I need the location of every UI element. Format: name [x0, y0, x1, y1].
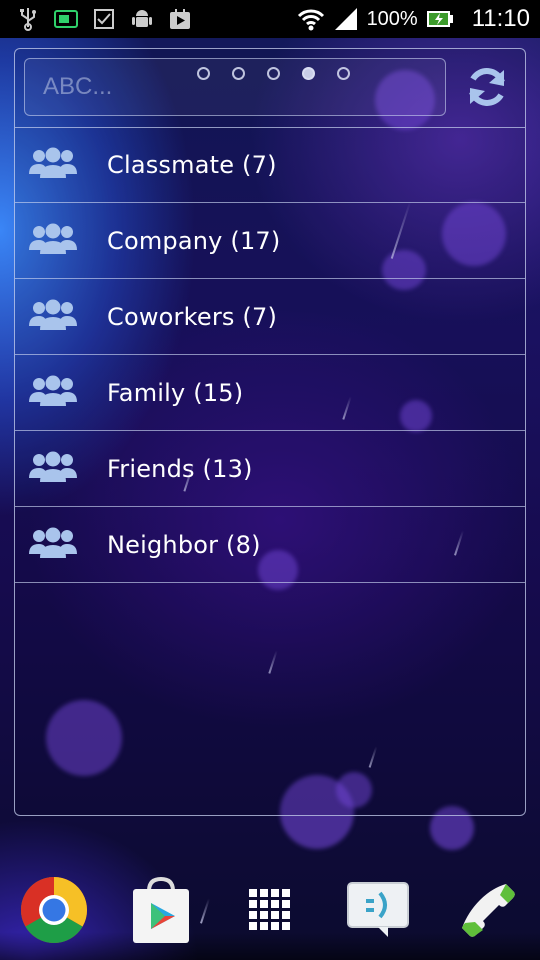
group-icon — [29, 374, 77, 410]
group-label: Neighbor (8) — [107, 530, 261, 559]
usb-icon — [16, 7, 40, 31]
signal-icon — [333, 7, 359, 31]
contact-groups-widget: Classmate (7) Company (17) Coworkers (7)… — [14, 48, 526, 816]
clock: 11:10 — [471, 5, 530, 32]
play-store-icon[interactable] — [121, 870, 201, 950]
group-icon — [29, 450, 77, 486]
messaging-icon[interactable] — [338, 870, 418, 950]
android-icon — [130, 7, 154, 31]
group-icon — [29, 526, 77, 562]
page-dot-active — [302, 67, 315, 80]
refresh-button[interactable] — [459, 63, 515, 115]
status-bar: 100% 11:10 — [0, 0, 540, 38]
group-row-family[interactable]: Family (15) — [15, 355, 525, 431]
group-row-coworkers[interactable]: Coworkers (7) — [15, 279, 525, 355]
page-dot — [337, 67, 350, 80]
dock — [0, 862, 540, 960]
phone-icon[interactable] — [448, 870, 528, 950]
app-drawer-icon[interactable] — [230, 870, 310, 950]
group-icon — [29, 298, 77, 334]
group-label: Classmate (7) — [107, 150, 277, 179]
page-dot — [232, 67, 245, 80]
group-label: Coworkers (7) — [107, 302, 278, 331]
page-indicator — [197, 67, 350, 80]
play-store-notification-icon — [168, 7, 192, 31]
group-row-friends[interactable]: Friends (13) — [15, 431, 525, 507]
search-row — [15, 49, 525, 128]
group-list: Classmate (7) Company (17) Coworkers (7)… — [15, 127, 525, 583]
group-row-classmate[interactable]: Classmate (7) — [15, 127, 525, 203]
page-dot — [267, 67, 280, 80]
group-icon — [29, 222, 77, 258]
group-label: Family (15) — [107, 378, 244, 407]
group-row-company[interactable]: Company (17) — [15, 203, 525, 279]
checkbox-icon — [92, 7, 116, 31]
group-icon — [29, 146, 77, 182]
group-label: Friends (13) — [107, 454, 253, 483]
battery-charging-icon — [426, 7, 454, 31]
wifi-icon — [297, 7, 325, 31]
storage-icon — [54, 7, 78, 31]
group-label: Company (17) — [107, 226, 281, 255]
refresh-icon — [462, 62, 512, 116]
page-dot — [197, 67, 210, 80]
chrome-icon[interactable] — [14, 870, 94, 950]
battery-percent: 100% — [366, 7, 418, 30]
group-row-neighbor[interactable]: Neighbor (8) — [15, 507, 525, 583]
